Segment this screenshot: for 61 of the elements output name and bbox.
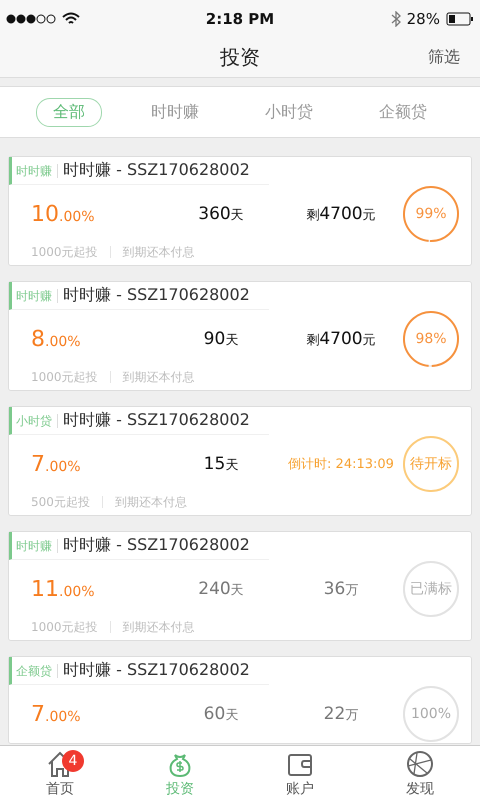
progress-ring — [401, 184, 461, 244]
product-card[interactable]: 时时赚 时时赚 - SSZ170628002 10.00% 360天 剩4700元 99% 1000元起投 到期还本付息 — [8, 156, 472, 266]
filter-button[interactable]: 筛选 — [422, 46, 466, 69]
progress-ring — [401, 309, 461, 369]
progress-ring — [401, 559, 461, 619]
bluetooth-icon — [390, 11, 401, 27]
ring-label: 待开标 — [410, 456, 452, 472]
product-tag: 时时赚 — [12, 164, 58, 178]
interest-rate: 8.00% — [31, 326, 82, 352]
product-title: 时时赚 - SSZ170628002 — [62, 410, 250, 431]
wifi-icon — [62, 12, 80, 26]
status-time: 2:18 PM — [206, 10, 274, 28]
term-value: 15天 — [202, 454, 240, 474]
notification-badge: 4 — [62, 750, 84, 772]
product-title: 时时赚 - SSZ170628002 — [62, 660, 250, 681]
product-card[interactable]: 时时赚 时时赚 - SSZ170628002 8.00% 90天 剩4700元 98% 1000元起投 到期还本付息 — [8, 281, 472, 391]
amount-value: 36万 — [322, 579, 360, 599]
term-value: 360天 — [197, 204, 245, 224]
amount-value: 剩4700元 — [305, 329, 377, 349]
ring-label: 已满标 — [410, 581, 452, 597]
interest-rate: 10.00% — [31, 202, 96, 226]
term-value: 60天 — [202, 704, 240, 724]
product-tag: 企额贷 — [12, 664, 58, 678]
progress-ring — [401, 684, 461, 744]
progress-ring — [401, 434, 461, 494]
min-investment: 500元起投 — [31, 494, 90, 510]
product-card[interactable]: 企额贷 时时赚 - SSZ170628002 7.00% 60天 22万 100% — [8, 656, 472, 744]
page-title: 投资 — [220, 44, 260, 71]
tab-bar-item[interactable]: 账户 — [240, 746, 360, 800]
product-card[interactable]: 时时赚 时时赚 - SSZ170628002 11.00% 240天 36万 已满标 1000元起投 到期还本付息 — [8, 531, 472, 641]
ring-label: 98% — [415, 331, 447, 347]
globe-icon — [405, 748, 435, 778]
battery-icon — [446, 12, 474, 26]
term-value: 240天 — [197, 579, 245, 599]
product-title: 时时赚 - SSZ170628002 — [62, 535, 250, 556]
amount-value: 剩4700元 — [305, 204, 377, 224]
product-card[interactable]: 小时贷 时时赚 - SSZ170628002 7.00% 15天 倒计时: 24:13:09 待开标 500元起投 到期还本付息 — [8, 406, 472, 516]
countdown-text: 倒计时: 24:13:09 — [287, 456, 395, 473]
interest-rate: 7.00% — [31, 452, 82, 476]
repayment-method: 到期还本付息 — [122, 368, 195, 386]
amount-value: 22万 — [322, 704, 360, 724]
product-tag: 时时赚 — [12, 538, 58, 552]
product-title: 时时赚 - SSZ170628002 — [62, 160, 250, 181]
battery-percent: 28% — [406, 10, 440, 28]
repayment-method: 到期还本付息 — [122, 618, 195, 636]
signal-icon — [6, 14, 56, 24]
tab-bar-item[interactable]: 发现 — [360, 746, 480, 800]
term-value: 90天 — [202, 329, 240, 349]
repayment-method: 到期还本付息 — [114, 494, 187, 510]
repayment-method: 到期还本付息 — [122, 244, 195, 260]
interest-rate: 11.00% — [31, 576, 96, 602]
ring-label: 100% — [410, 706, 452, 722]
min-investment: 1000元起投 — [31, 368, 98, 386]
tab-bar-item[interactable]: 首页 4 — [0, 746, 120, 800]
min-investment: 1000元起投 — [31, 618, 98, 636]
product-tag: 时时赚 — [12, 288, 58, 302]
min-investment: 1000元起投 — [31, 244, 98, 260]
ring-label: 99% — [415, 206, 447, 222]
interest-rate: 7.00% — [31, 702, 82, 726]
product-tag: 小时贷 — [12, 414, 58, 428]
product-title: 时时赚 - SSZ170628002 — [62, 285, 250, 306]
